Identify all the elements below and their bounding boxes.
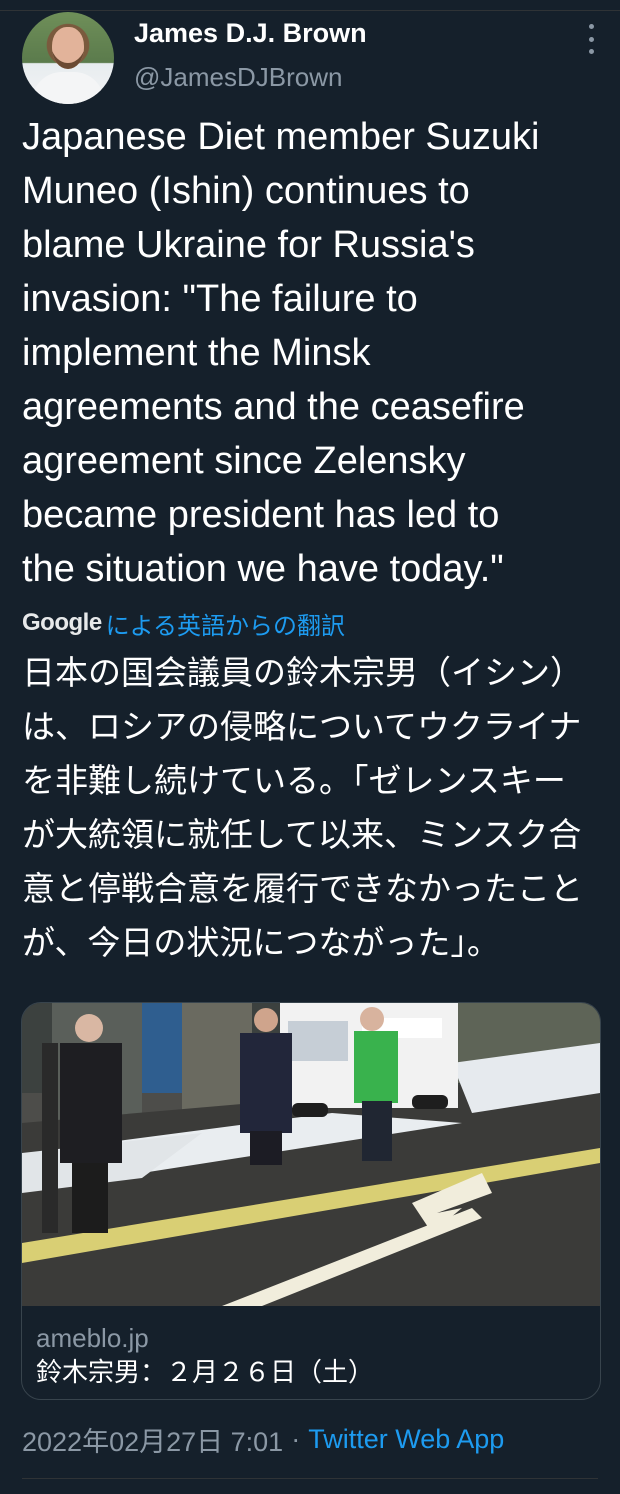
source-link[interactable]: Twitter Web App	[308, 1424, 504, 1455]
avatar[interactable]	[22, 12, 114, 104]
tweet-text: Japanese Diet member Suzuki Muneo (Ishin…	[22, 116, 540, 590]
author-handle[interactable]: @JamesDJBrown	[134, 62, 342, 93]
card-title: 鈴木宗男：２月２６日（土）	[36, 1358, 375, 1388]
tweet-header: James D.J. Brown @JamesDJBrown	[22, 10, 598, 105]
tweet-detail-page: James D.J. Brown @JamesDJBrown Japanese …	[0, 0, 620, 1494]
tweet-meta: 2022年02月27日 7:01 · Twitter Web App	[22, 1420, 504, 1459]
more-dot	[588, 49, 594, 54]
more-dot	[588, 24, 594, 29]
card-meta: ameblo.jp 鈴木宗男：２月２６日（土）	[36, 1321, 374, 1391]
meta-separator: ·	[291, 1424, 301, 1454]
card-image	[22, 1003, 600, 1306]
more-dot	[588, 36, 594, 42]
translation-attribution: Google による英語からの翻訳	[22, 606, 345, 640]
avatar-shirt	[32, 72, 104, 104]
more-vertical-icon[interactable]	[584, 24, 598, 54]
avatar-face	[52, 27, 84, 69]
card-domain: ameblo.jp	[36, 1323, 149, 1353]
link-card[interactable]: ameblo.jp 鈴木宗男：２月２６日（土）	[21, 1002, 601, 1400]
translated-text: 日本の国会議員の鈴木宗男（イシン） は、ロシアの侵略についてウクライナ を非難し…	[22, 653, 583, 962]
translation-link[interactable]: による英語からの翻訳	[106, 606, 345, 641]
google-logo: Google	[22, 609, 102, 636]
author-display-name[interactable]: James D.J. Brown	[134, 18, 367, 49]
timestamp[interactable]: 2022年02月27日 7:01	[22, 1420, 283, 1459]
bottom-divider	[22, 1478, 598, 1479]
